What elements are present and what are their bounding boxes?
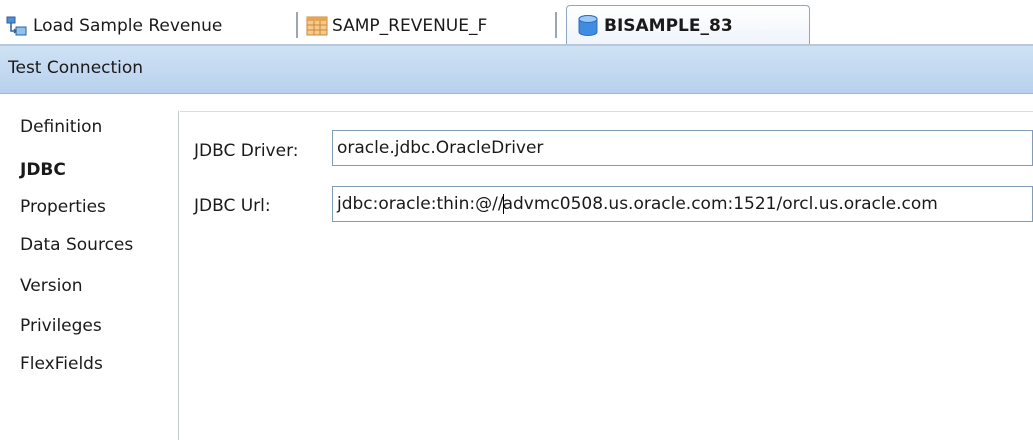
nav-item-jdbc[interactable]: JDBC	[20, 160, 66, 180]
section-nav: Definition JDBC Properties Data Sources …	[9, 111, 179, 440]
tab-separator	[296, 12, 298, 38]
nav-item-definition[interactable]: Definition	[20, 117, 102, 137]
jdbc-driver-field[interactable]: oracle.jdbc.OracleDriver	[332, 130, 1033, 166]
jdbc-driver-label: JDBC Driver:	[194, 141, 299, 161]
nav-item-data-sources[interactable]: Data Sources	[20, 235, 133, 255]
nav-item-version[interactable]: Version	[20, 276, 83, 296]
jdbc-url-label: JDBC Url:	[194, 196, 271, 216]
tab-label: Load Sample Revenue	[33, 16, 223, 36]
tab-inner: BISAMPLE_83	[577, 6, 733, 45]
database-icon	[577, 14, 599, 38]
tab-separator	[555, 12, 557, 38]
nav-item-properties[interactable]: Properties	[20, 197, 106, 217]
editor-toolbar: Test Connection	[0, 46, 1033, 94]
jdbc-url-value-end: advmc0508.us.oracle.com:1521/orcl.us.ora…	[502, 194, 938, 214]
datastore-table-icon	[306, 15, 328, 37]
tab-bisample-83[interactable]: BISAMPLE_83	[566, 5, 810, 46]
nav-item-flexfields[interactable]: FlexFields	[20, 354, 103, 374]
tab-samp-revenue-f[interactable]: SAMP_REVENUE_F	[306, 6, 487, 46]
nav-item-privileges[interactable]: Privileges	[20, 316, 102, 336]
mapping-icon	[6, 15, 28, 37]
panel-divider	[180, 111, 1033, 112]
jdbc-url-value-start: jdbc:oracle:thin:@//	[337, 194, 504, 214]
jdbc-driver-value: oracle.jdbc.OracleDriver	[337, 138, 544, 158]
tab-load-sample-revenue[interactable]: Load Sample Revenue	[6, 6, 222, 46]
tab-label: BISAMPLE_83	[604, 15, 733, 36]
jdbc-url-field[interactable]: jdbc:oracle:thin:@//advmc0508.us.oracle.…	[332, 186, 1033, 222]
editor-tab-strip: Load Sample Revenue SAMP_REVENUE_F BISAM…	[0, 0, 1033, 46]
test-connection-button[interactable]: Test Connection	[8, 58, 143, 78]
tab-label: SAMP_REVENUE_F	[332, 16, 488, 36]
